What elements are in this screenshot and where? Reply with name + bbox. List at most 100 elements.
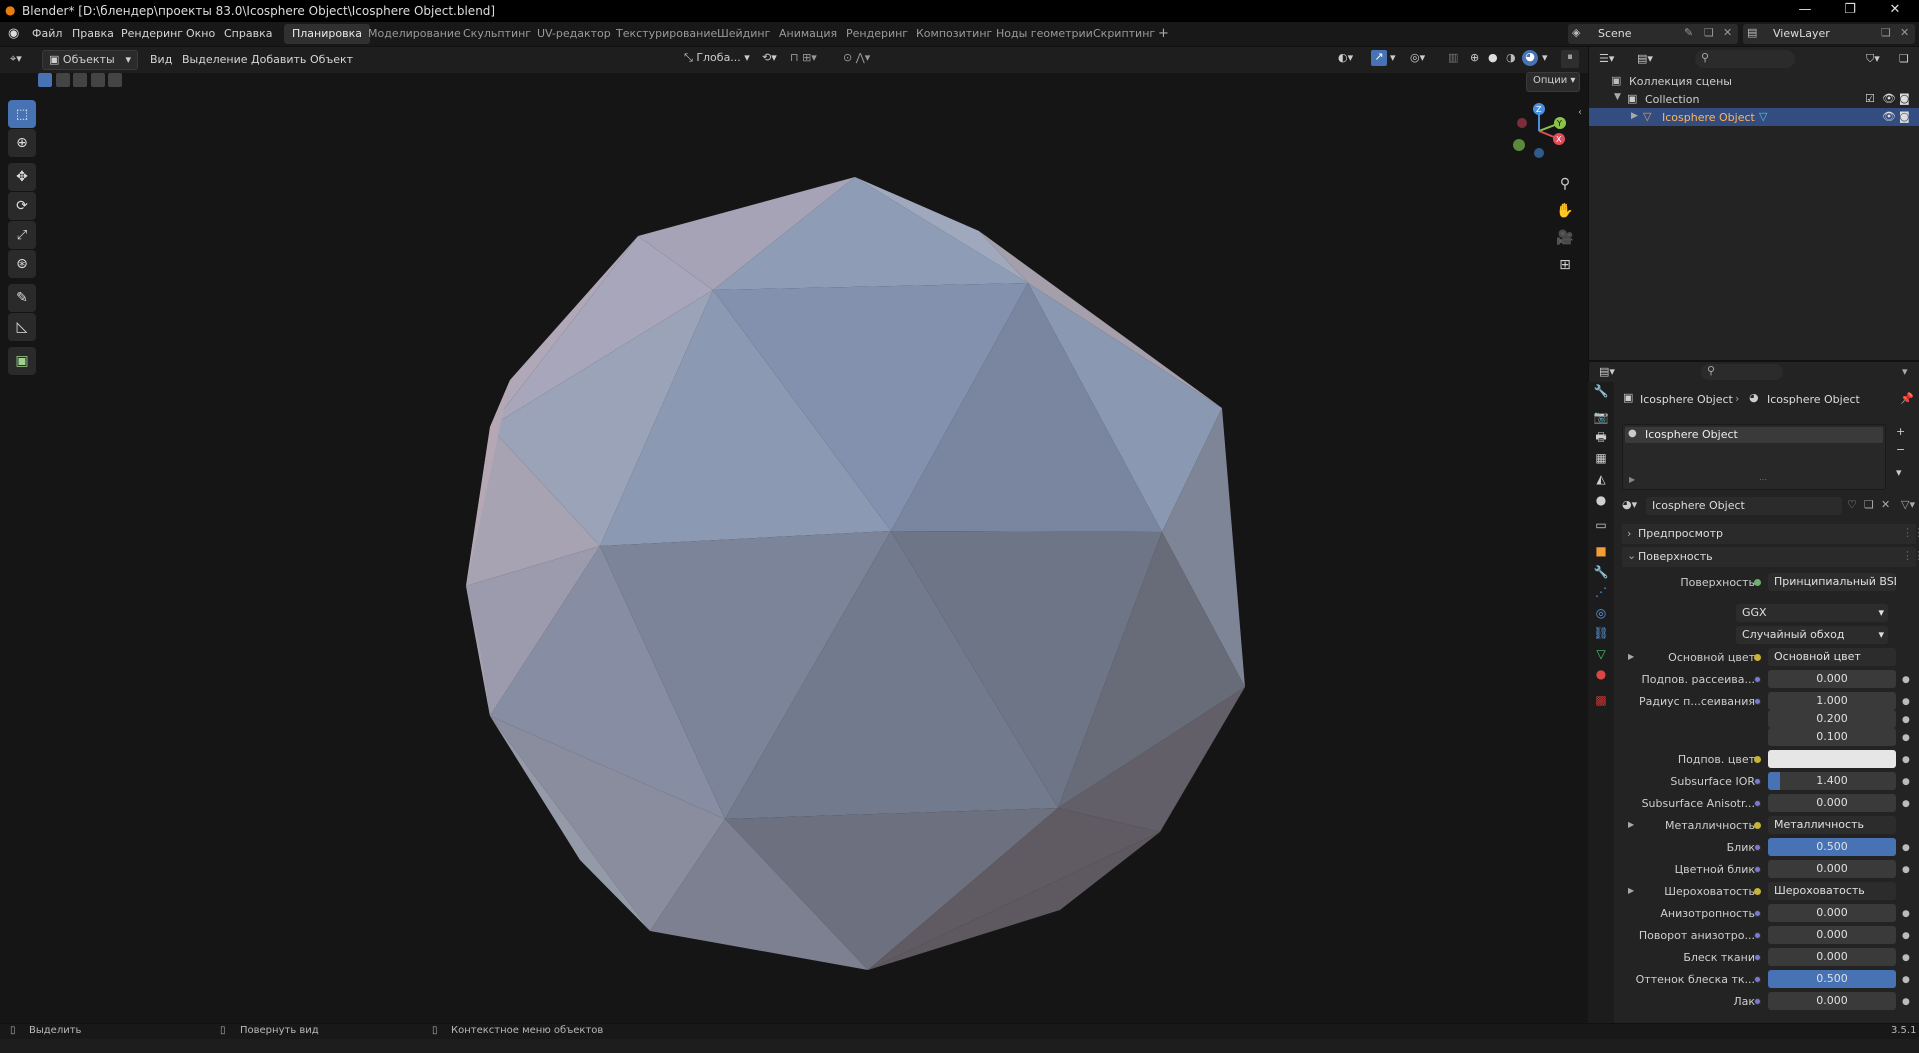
camera-icon[interactable]: ◙ <box>1899 92 1910 105</box>
expand-arrow-icon[interactable]: ▶ <box>1631 111 1638 121</box>
menu-view[interactable]: Вид <box>150 53 172 66</box>
menu-help[interactable]: Справка <box>224 27 272 40</box>
resize-handle-icon[interactable]: ⋯ <box>1759 475 1767 484</box>
panel-surface-header[interactable]: ⌄ Поверхность ⋮⋮ <box>1622 547 1919 567</box>
annotate-tool[interactable]: ✎ <box>8 284 36 312</box>
particles-tab-icon[interactable]: ⋰ <box>1592 583 1610 601</box>
options-dropdown[interactable]: Опции ▾ <box>1526 72 1580 92</box>
expand-arrow-icon[interactable]: ▶ <box>1628 820 1634 829</box>
menu-edit[interactable]: Правка <box>72 27 114 40</box>
scene-selector[interactable]: ◈ Scene ✎ ❏ ✕ <box>1568 24 1738 44</box>
delete-scene-icon[interactable]: ✕ <box>1723 26 1732 39</box>
wireframe-shading-icon[interactable]: ⊕ <box>1470 51 1479 64</box>
rotate-tool[interactable]: ⟳ <box>8 192 36 220</box>
property-slider[interactable]: 0.000 <box>1768 926 1896 944</box>
tab-animation[interactable]: Анимация <box>771 24 845 44</box>
subsurface-method-dropdown[interactable]: Случайный обход ▾ <box>1736 626 1888 644</box>
transform-tool[interactable]: ⊛ <box>8 250 36 278</box>
select-intersect-icon[interactable] <box>108 73 122 87</box>
texture-tab-icon[interactable]: ▩ <box>1592 691 1610 709</box>
properties-search-input[interactable]: ⚲ <box>1701 364 1783 380</box>
proportional-edit-icon[interactable]: ⊙ ⋀▾ <box>843 51 870 64</box>
keyframe-dot-icon[interactable]: ● <box>1902 697 1910 707</box>
tab-layout[interactable]: Планировка <box>284 24 370 44</box>
solid-shading-icon[interactable]: ● <box>1488 51 1498 64</box>
tree-row-collection[interactable]: ▼ ▣ Collection ☑ 👁 ◙ <box>1589 90 1919 108</box>
property-slider[interactable]: 0.000 <box>1768 670 1896 688</box>
filter-icon[interactable]: ⛉▾ <box>1866 52 1880 66</box>
property-slider[interactable]: 0.100 <box>1768 728 1896 746</box>
subsurface-color-swatch[interactable] <box>1768 750 1896 768</box>
property-link-field[interactable]: Шероховатость <box>1768 882 1896 900</box>
menu-select[interactable]: Выделение <box>182 53 248 66</box>
visibility-icon[interactable]: ◐▾ <box>1338 51 1353 64</box>
menu-add[interactable]: Добавить <box>251 53 306 66</box>
link-type-icon[interactable]: ▽▾ <box>1901 498 1915 511</box>
surface-shader-field[interactable]: Принципиальный BSDF <box>1768 573 1896 591</box>
select-box-tool[interactable]: ⬚ <box>8 100 36 128</box>
pause-render-icon[interactable]: ⏸ <box>1561 50 1579 68</box>
minimize-button[interactable]: — <box>1785 2 1825 17</box>
keyframe-dot-icon[interactable]: ● <box>1902 715 1910 725</box>
mesh-data-icon[interactable]: ▽ <box>1759 110 1767 123</box>
zoom-icon[interactable]: ⚲ <box>1554 173 1576 195</box>
object-tab-icon[interactable]: ■ <box>1592 542 1610 560</box>
3d-viewport[interactable]: Опции ▾ ⬚ ⊕ ✥ ⟳ ⤢ ⊛ ✎ ◺ ▣ Z Y X ‹ ⚲ ✋ 🎥 … <box>0 72 1588 1023</box>
property-slider[interactable]: 0.000 <box>1768 992 1896 1010</box>
expand-arrow-icon[interactable]: ▶ <box>1629 475 1635 484</box>
remove-slot-icon[interactable]: − <box>1896 443 1905 456</box>
perspective-grid-icon[interactable]: ⊞ <box>1554 254 1576 276</box>
sidebar-toggle-icon[interactable]: ‹ <box>1578 107 1582 118</box>
chevron-down-icon[interactable]: ▾ <box>1902 365 1908 378</box>
select-extend-icon[interactable] <box>55 73 70 87</box>
tool-tab-icon[interactable]: 🔧 <box>1592 382 1610 400</box>
editor-type-icon[interactable]: ⌖▾ <box>10 52 22 66</box>
properties-editor-icon[interactable]: ▤▾ <box>1599 365 1615 378</box>
keyframe-dot-icon[interactable]: ● <box>1902 755 1910 765</box>
tab-rendering[interactable]: Рендеринг <box>838 24 916 44</box>
add-cube-tool[interactable]: ▣ <box>8 347 36 375</box>
exclude-checkbox-icon[interactable]: ☑ <box>1865 92 1875 105</box>
camera-view-icon[interactable]: 🎥 <box>1554 227 1576 249</box>
fake-user-icon[interactable]: ♡ <box>1847 498 1857 511</box>
material-name-field[interactable]: Icosphere Object <box>1646 497 1842 515</box>
duplicate-material-icon[interactable]: ❏ <box>1864 498 1874 511</box>
expand-arrow-icon[interactable]: ▶ <box>1628 886 1634 895</box>
keyframe-dot-icon[interactable]: ● <box>1902 865 1910 875</box>
camera-icon[interactable]: ◙ <box>1899 110 1910 123</box>
keyframe-dot-icon[interactable]: ● <box>1902 909 1910 919</box>
gizmo-neg-x-axis[interactable] <box>1517 118 1527 128</box>
keyframe-dot-icon[interactable]: ● <box>1902 975 1910 985</box>
overlays-icon[interactable]: ◎▾ <box>1410 51 1425 64</box>
menu-render[interactable]: Рендеринг <box>121 27 183 40</box>
property-slider[interactable]: 0.000 <box>1768 948 1896 966</box>
cursor-tool[interactable]: ⊕ <box>8 129 36 157</box>
display-mode-icon[interactable]: ▤▾ <box>1637 52 1653 65</box>
data-tab-icon[interactable]: ▽ <box>1592 645 1610 663</box>
tab-geometry-nodes[interactable]: Ноды геометрии <box>988 24 1101 44</box>
blender-menu-icon[interactable]: ◉ <box>8 26 19 41</box>
snap-icon[interactable]: ⊓ ⊞▾ <box>790 51 817 64</box>
panel-preview-header[interactable]: › Предпросмотр ⋮⋮ <box>1622 524 1919 544</box>
property-slider[interactable]: 0.500 <box>1768 838 1896 856</box>
property-slider[interactable]: 0.000 <box>1768 860 1896 878</box>
material-tab-icon[interactable]: ● <box>1592 665 1610 683</box>
pan-hand-icon[interactable]: ✋ <box>1554 200 1576 222</box>
icosphere-object[interactable] <box>440 163 1270 1053</box>
keyframe-dot-icon[interactable]: ● <box>1902 931 1910 941</box>
eye-icon[interactable]: 👁 <box>1882 110 1896 123</box>
transform-orientation[interactable]: ⤡ Глоба... ▾ <box>684 51 750 69</box>
gizmo-neg-y-axis[interactable] <box>1513 139 1525 151</box>
material-slot-row[interactable]: ● Icosphere Object <box>1625 427 1883 443</box>
keyframe-dot-icon[interactable]: ● <box>1902 777 1910 787</box>
move-tool[interactable]: ✥ <box>8 163 36 191</box>
new-collection-icon[interactable]: ❏ <box>1899 52 1909 65</box>
keyframe-dot-icon[interactable]: ● <box>1902 799 1910 809</box>
expand-arrow-icon[interactable]: ▼ <box>1614 92 1621 102</box>
new-viewlayer-icon[interactable]: ❏ <box>1881 26 1891 39</box>
collection-tab-icon[interactable]: ▭ <box>1592 516 1610 534</box>
menu-object[interactable]: Объект <box>310 53 353 66</box>
tree-row-icosphere[interactable]: ▶ ▽ Icosphere Object ▽ 👁 ◙ <box>1589 108 1919 126</box>
add-slot-icon[interactable]: + <box>1896 425 1905 438</box>
property-link-field[interactable]: Металличность <box>1768 816 1896 834</box>
